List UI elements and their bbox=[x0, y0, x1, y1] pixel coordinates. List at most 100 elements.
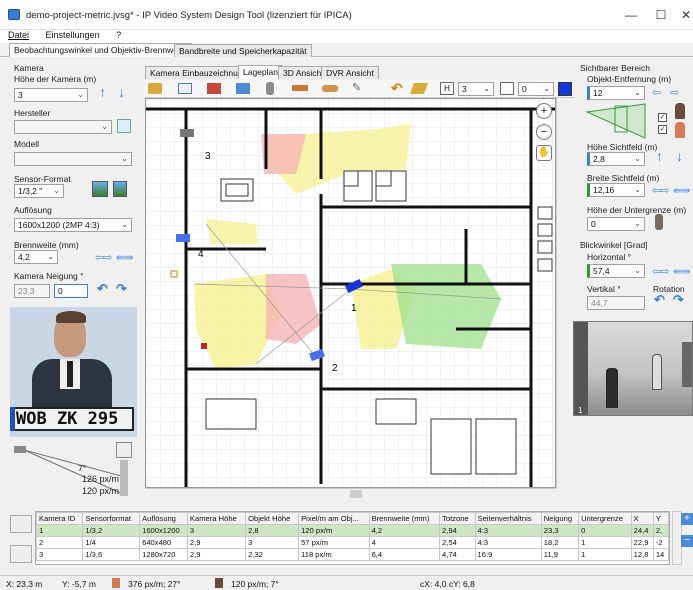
scroll-thumb[interactable] bbox=[350, 490, 362, 498]
table-cell[interactable]: 2,9 bbox=[186, 536, 247, 549]
area-tool-icon[interactable] bbox=[236, 83, 250, 94]
table-cell[interactable]: 4:3 bbox=[474, 536, 542, 549]
zoom-out-icon[interactable]: − bbox=[536, 124, 552, 140]
table-cell[interactable]: 23,3 bbox=[540, 524, 580, 537]
fov-height-up-icon[interactable]: ↑ bbox=[656, 148, 663, 164]
arrows-left-right-icon[interactable]: ⇦⇨ bbox=[95, 251, 112, 264]
table-cell[interactable]: 11,9 bbox=[540, 548, 580, 561]
tilt-input-1[interactable]: 23,3 bbox=[14, 284, 50, 298]
color-picker-button[interactable] bbox=[558, 82, 572, 96]
vertical-input[interactable]: 44,7 bbox=[587, 296, 645, 310]
pan-hand-icon[interactable]: ✋ bbox=[536, 145, 552, 161]
menu-datei[interactable]: Datei bbox=[8, 30, 29, 40]
wall-tool-icon[interactable] bbox=[207, 83, 221, 94]
table-cell[interactable]: 1/3,6 bbox=[82, 548, 141, 561]
table-cell[interactable]: 3 bbox=[35, 548, 84, 561]
table-camera-icon[interactable] bbox=[10, 515, 32, 533]
grid-tool-icon[interactable] bbox=[178, 83, 192, 94]
table-cell[interactable]: 4,2 bbox=[368, 524, 441, 537]
toolbar-height-select[interactable]: 3 ⌄ bbox=[458, 82, 494, 96]
horizontal-select[interactable]: 57,4 ⌄ bbox=[587, 264, 645, 278]
table-cell[interactable]: 1 bbox=[578, 548, 632, 561]
fov-height-select[interactable]: 2,8 ⌄ bbox=[587, 152, 645, 166]
table-cell[interactable]: 2,9 bbox=[186, 548, 247, 561]
table-cell[interactable]: 2, bbox=[652, 524, 670, 537]
rotation-left-icon[interactable]: ↶ bbox=[654, 292, 665, 308]
plan-horizontal-scrollbar[interactable] bbox=[145, 488, 556, 499]
toolbar-offset-select[interactable]: 0 ⌄ bbox=[518, 82, 554, 96]
column-header[interactable]: Seitenverhältnis bbox=[474, 512, 542, 525]
rotate-left-icon[interactable]: ↶ bbox=[97, 281, 108, 297]
resolution-select[interactable]: 1600x1200 (2MP 4:3) ⌄ bbox=[14, 218, 132, 232]
undo-icon[interactable]: ↶ bbox=[391, 80, 403, 97]
column-header[interactable]: Kamera ID bbox=[35, 512, 84, 525]
focal-select[interactable]: 4,2 ⌄ bbox=[14, 250, 58, 264]
tab-dvr-ansicht[interactable]: DVR Ansicht bbox=[321, 66, 379, 79]
minimize-button[interactable]: — bbox=[616, 6, 646, 24]
column-header[interactable]: Objekt Höhe bbox=[245, 512, 300, 525]
table-cell[interactable]: 3 bbox=[245, 536, 300, 549]
person-toggle-icon[interactable] bbox=[116, 442, 132, 458]
table-cell[interactable]: 3 bbox=[186, 524, 247, 537]
camera-4-marker[interactable] bbox=[176, 234, 190, 242]
landscape-icon[interactable] bbox=[92, 181, 108, 197]
camera-search-icon[interactable] bbox=[117, 119, 131, 133]
table-cell[interactable]: 1 bbox=[578, 536, 632, 549]
rotate-right-icon[interactable]: ↷ bbox=[116, 281, 127, 297]
distance-select[interactable]: 12 ⌄ bbox=[587, 86, 645, 100]
camera-tool-icon[interactable] bbox=[148, 83, 162, 94]
lower-bound-select[interactable]: 0 ⌄ bbox=[587, 217, 645, 231]
horizontal-arrows-icon[interactable]: ⇦⇨ bbox=[652, 265, 669, 278]
sensor-select[interactable]: 1/3,2 " ⌄ bbox=[14, 184, 64, 198]
table-cell[interactable]: 1600x1200 bbox=[139, 524, 188, 537]
table-cell[interactable]: 0 bbox=[578, 524, 632, 537]
floor-plan-svg[interactable]: 1 2 3 4 bbox=[146, 99, 556, 488]
table-cell[interactable]: 1 bbox=[35, 524, 84, 537]
table-row[interactable]: 2 1/4 640x480 2,9 3 57 px/m 4 2,54 4:3 18,2 1 22,9-… bbox=[35, 536, 670, 549]
table-cell[interactable]: 6,4 bbox=[368, 548, 441, 561]
close-button[interactable]: ✕ bbox=[671, 6, 693, 24]
column-header[interactable]: Neigung bbox=[540, 512, 580, 525]
column-header[interactable]: Y bbox=[652, 512, 670, 525]
plan-vertical-scrollbar[interactable] bbox=[556, 98, 568, 488]
table-cell[interactable]: 24,4 bbox=[630, 524, 654, 537]
arrow-left-icon[interactable]: ⇦ bbox=[652, 86, 661, 99]
table-cell[interactable]: 1/4 bbox=[82, 536, 141, 549]
pen-tool-icon[interactable]: ✎ bbox=[352, 83, 366, 94]
tilt-input-2[interactable]: 0 bbox=[54, 284, 88, 298]
person-tool-icon[interactable] bbox=[266, 82, 274, 95]
table-cell[interactable]: 2,54 bbox=[439, 536, 476, 549]
table-cell[interactable]: -2 bbox=[652, 536, 670, 549]
column-header[interactable]: Sensorformat bbox=[82, 512, 141, 525]
add-camera-icon[interactable]: + bbox=[681, 513, 693, 525]
column-header[interactable]: Pixel/m am Obj... bbox=[298, 512, 370, 525]
column-header[interactable]: Kamera Höhe bbox=[186, 512, 247, 525]
table-cell[interactable]: 2 bbox=[35, 536, 84, 549]
table-pen-icon[interactable] bbox=[10, 545, 32, 563]
arrow-down-icon[interactable]: ↓ bbox=[118, 84, 125, 100]
table-cell[interactable]: 4 bbox=[368, 536, 441, 549]
rotation-right-icon[interactable]: ↷ bbox=[673, 292, 684, 308]
double-arrows-icon[interactable]: ⇚⇛ bbox=[116, 251, 133, 264]
menu-help[interactable]: ? bbox=[116, 30, 121, 40]
column-header[interactable]: Brennweite (mm) bbox=[368, 512, 441, 525]
camera-3-marker[interactable] bbox=[180, 129, 194, 137]
table-cell[interactable]: 2,8 bbox=[245, 524, 300, 537]
table-cell[interactable]: 2,32 bbox=[245, 548, 300, 561]
table-row[interactable]: 1 1/3,2 1600x1200 3 2,8 120 px/m 4,2 2,94 4:3 23,… bbox=[35, 524, 670, 537]
table-cell[interactable]: 640x480 bbox=[139, 536, 188, 549]
checkbox-2[interactable]: ✓ bbox=[658, 125, 667, 134]
arrow-right-icon[interactable]: ⇨ bbox=[670, 86, 679, 99]
horizontal-double-icon[interactable]: ⇚⇛ bbox=[673, 265, 690, 278]
tab-bandbreite[interactable]: Bandbreite und Speicherkapazität bbox=[174, 44, 312, 57]
table-cell[interactable]: 4,74 bbox=[439, 548, 476, 561]
fov-width-arrows-icon[interactable]: ⇦⇨ bbox=[652, 184, 669, 197]
column-header[interactable]: Auflösung bbox=[139, 512, 188, 525]
manufacturer-select[interactable]: ⌄ bbox=[14, 120, 112, 134]
table-cell[interactable]: 4:3 bbox=[474, 524, 542, 537]
table-row[interactable]: 3 1/3,6 1280x720 2,9 2,32 118 px/m 6,4 4,74 16:9… bbox=[35, 548, 670, 561]
table-cell[interactable]: 2,94 bbox=[439, 524, 476, 537]
fov-height-down-icon[interactable]: ↓ bbox=[676, 148, 683, 164]
car-tool-icon[interactable] bbox=[322, 85, 338, 92]
table-cell[interactable]: 18,2 bbox=[540, 536, 580, 549]
